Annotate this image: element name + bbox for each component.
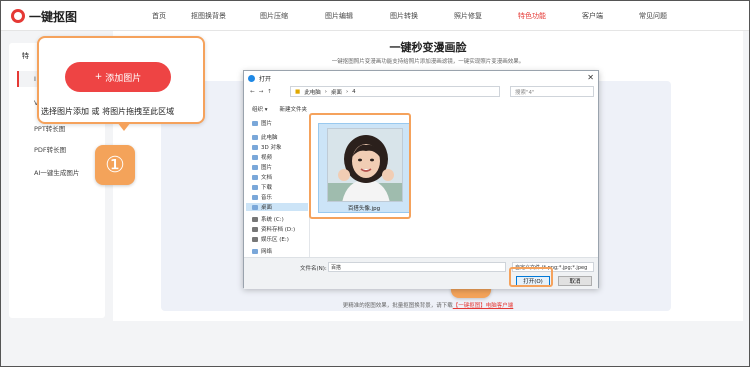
tree-item[interactable]: 网络 <box>252 247 272 255</box>
drive-icon <box>252 226 258 232</box>
address-bar[interactable]: ■ 此电脑 › 桌面 › 4 <box>290 86 500 97</box>
open-button-highlight-box <box>509 267 553 287</box>
step-badge-1: ① <box>95 145 135 185</box>
open-file-dialog: 打开 ✕ ← → ↑ ■ 此电脑 › 桌面 › 4 搜索"4" 组织 ▾ 新建文… <box>243 70 599 289</box>
tree-item[interactable]: 图片 <box>252 119 272 127</box>
dialog-title: 打开 <box>259 75 272 83</box>
sidebar-item-ai-generate[interactable]: AI一键生成图片 <box>34 167 79 177</box>
filename-label: 文件名(N): <box>300 266 327 272</box>
nav-image-compress[interactable]: 图片压缩 <box>260 11 288 21</box>
tree-item[interactable]: 音乐 <box>252 193 272 201</box>
organize-menu[interactable]: 组织 ▾ <box>252 105 268 113</box>
dialog-search-input[interactable]: 搜索"4" <box>510 86 594 97</box>
dialog-titlebar: 打开 <box>244 71 598 85</box>
brand-name: 一键抠图 <box>29 9 78 24</box>
path-segment-2[interactable]: 桌面 <box>331 88 342 96</box>
picture-icon <box>252 120 258 126</box>
tree-item[interactable]: 3D 对象 <box>252 143 281 151</box>
video-icon <box>252 154 258 160</box>
top-nav-bar: 一键抠图 首页 抠图换背景 图片压缩 图片编辑 图片转换 照片修复 特色功能 客… <box>1 1 749 31</box>
desktop-icon <box>252 204 258 210</box>
upload-callout: + 添加图片 选择图片添加 或 将图片拖拽至此区域 <box>37 36 205 131</box>
tree-item[interactable]: 此电脑 <box>252 133 278 141</box>
drive-icon <box>252 236 258 242</box>
sidebar-item-pdf-long-image[interactable]: PDF转长图 <box>34 144 66 154</box>
cube-icon <box>252 144 258 150</box>
tree-item[interactable]: 娱乐区 (E:) <box>252 235 289 243</box>
up-arrow-icon[interactable]: ↑ <box>267 89 272 95</box>
drive-icon <box>252 216 258 222</box>
computer-icon <box>252 134 258 140</box>
nav-faq[interactable]: 常见问题 <box>639 11 667 21</box>
folder-tree: 图片 此电脑 3D 对象 视频 图片 文档 下载 音乐 桌面 系统 (C:) 资… <box>244 117 310 257</box>
nav-client[interactable]: 客户端 <box>582 11 603 21</box>
nav-photo-restore[interactable]: 照片修复 <box>454 11 482 21</box>
add-image-button[interactable]: + 添加图片 <box>65 62 171 92</box>
download-icon <box>252 184 258 190</box>
add-image-label: 添加图片 <box>105 73 142 84</box>
page-subtitle: 一键抠图照片变漫画功能支持给照片添加漫画滤镜，一键实现照片变漫画效果。 <box>331 59 525 65</box>
client-download-link[interactable]: 【一键抠图】电脑客户端 <box>453 303 514 309</box>
folder-icon: ■ <box>295 88 301 95</box>
nav-home[interactable]: 首页 <box>152 11 166 21</box>
network-icon <box>252 248 258 254</box>
logo-icon <box>11 9 25 23</box>
nav-cutout-background[interactable]: 抠图换背景 <box>191 11 226 21</box>
document-icon <box>252 174 258 180</box>
filename-input[interactable]: 百搭 <box>328 262 506 272</box>
page-title: 一键秒变漫画脸 <box>389 41 467 54</box>
forward-arrow-icon[interactable]: → <box>259 89 264 95</box>
app-icon <box>248 74 255 82</box>
tree-item[interactable]: 下载 <box>252 183 272 191</box>
close-icon[interactable]: ✕ <box>587 73 594 82</box>
picture-icon <box>252 164 258 170</box>
new-folder-button[interactable]: 新建文件夹 <box>280 105 308 113</box>
nav-image-edit[interactable]: 图片编辑 <box>325 11 353 21</box>
nav-image-convert[interactable]: 图片转换 <box>390 11 418 21</box>
download-footer: 更精准的抠图效果，批量抠图换背景，请下载【一键抠图】电脑客户端 <box>113 301 743 309</box>
logo[interactable]: 一键抠图 <box>11 8 77 24</box>
back-arrow-icon[interactable]: ← <box>250 89 255 95</box>
tree-item[interactable]: 文档 <box>252 173 272 181</box>
tree-item[interactable]: 图片 <box>252 163 272 171</box>
plus-icon: + <box>94 72 103 82</box>
file-highlight-box <box>309 113 411 219</box>
music-icon <box>252 194 258 200</box>
tree-item[interactable]: 资料存档 (D:) <box>252 225 295 233</box>
path-segment-3[interactable]: 4 <box>352 89 356 95</box>
dialog-toolbar: 组织 ▾ 新建文件夹 <box>244 103 598 115</box>
cancel-button[interactable]: 取消 <box>558 276 592 286</box>
sidebar-item-ppt-long-image[interactable]: PPT转长图 <box>34 123 65 133</box>
sidebar-heading: 特 <box>22 52 29 60</box>
nav-special-features[interactable]: 特色功能 <box>518 11 546 21</box>
footer-text: 更精准的抠图效果，批量抠图换背景，请下载 <box>342 303 453 309</box>
tree-item[interactable]: 视频 <box>252 153 272 161</box>
sidebar-item-1[interactable]: I <box>34 75 36 83</box>
path-segment-1[interactable]: 此电脑 <box>304 88 321 96</box>
tree-item[interactable]: 系统 (C:) <box>252 215 284 223</box>
drop-hint: 选择图片添加 或 将图片拖拽至此区域 <box>41 107 175 116</box>
tree-item-selected[interactable]: 桌面 <box>246 203 308 211</box>
